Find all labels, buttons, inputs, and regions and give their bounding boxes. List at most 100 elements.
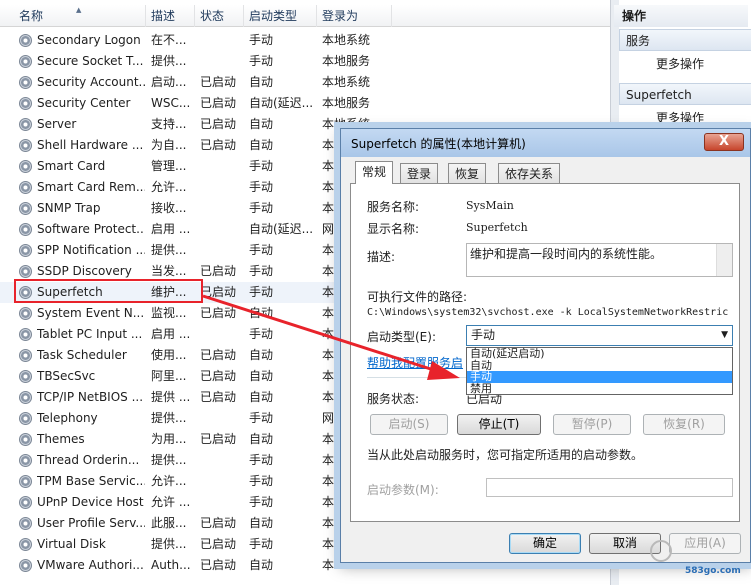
actions-section-superfetch[interactable]: Superfetch — [619, 83, 751, 105]
service-name-cell: TCP/IP NetBIOS ... — [37, 390, 144, 404]
service-gear-icon — [19, 307, 32, 320]
stop-button[interactable]: 停止(T) — [457, 414, 541, 435]
tab-recovery[interactable]: 恢复 — [448, 163, 487, 183]
service-desc-cell: 使用... — [151, 348, 187, 362]
service-startup-cell: 手动 — [249, 54, 274, 68]
startup-type-select[interactable]: 手动 ▼ — [466, 325, 733, 346]
service-startup-cell: 自动 — [249, 306, 274, 320]
service-status-cell: 已启动 — [200, 558, 237, 572]
start-params-input[interactable] — [486, 478, 733, 497]
service-gear-icon — [19, 433, 32, 446]
startup-type-dropdown: 自动(延迟启动) 自动 手动 禁用 — [466, 347, 733, 395]
tab-dependencies[interactable]: 依存关系 — [498, 163, 561, 183]
service-desc-cell: 允许 ... — [151, 495, 191, 509]
service-gear-icon — [19, 559, 32, 572]
service-gear-icon — [19, 538, 32, 551]
path-label: 可执行文件的路径: — [367, 290, 468, 304]
service-gear-icon — [19, 454, 32, 467]
service-startup-cell: 自动(延迟... — [249, 96, 314, 110]
column-header-startup-type[interactable]: 启动类型 — [244, 5, 317, 27]
service-gear-icon — [19, 265, 32, 278]
more-actions-superfetch[interactable]: 更多操作 — [656, 109, 704, 126]
table-row[interactable]: Secure Socket T... 提供... 手动 本地服务 — [0, 51, 610, 72]
service-startup-cell: 手动 — [249, 243, 274, 257]
display-name-label: 显示名称: — [367, 222, 420, 236]
service-status-cell: 已启动 — [200, 369, 237, 383]
tab-logon[interactable]: 登录 — [400, 163, 439, 183]
description-box[interactable]: 维护和提高一段时间内的系统性能。 — [466, 243, 733, 277]
service-startup-cell: 手动 — [249, 264, 274, 278]
table-row[interactable]: Security Account... 启动... 已启动 自动 本地系统 — [0, 72, 610, 93]
pause-button[interactable]: 暂停(P) — [553, 414, 631, 435]
service-startup-cell: 手动 — [249, 474, 274, 488]
service-gear-icon — [19, 55, 32, 68]
start-button[interactable]: 启动(S) — [370, 414, 448, 435]
service-desc-cell: 管理... — [151, 159, 187, 173]
chevron-down-icon[interactable]: ▼ — [721, 326, 728, 345]
column-header-name[interactable]: ▲ 名称 — [0, 5, 146, 27]
service-name-cell: Secure Socket T... — [37, 54, 144, 68]
service-desc-cell: 提供... — [151, 411, 187, 425]
help-configure-link[interactable]: 帮助我配置服务启 — [367, 354, 463, 371]
service-name-cell: Themes — [37, 432, 85, 446]
service-desc-cell: 在不... — [151, 33, 187, 47]
service-name-value: SysMain — [466, 199, 514, 212]
service-logon-cell: 本地系统 — [322, 33, 371, 47]
service-logon-cell: 本地服务 — [322, 96, 371, 110]
column-header-status[interactable]: 状态 — [195, 5, 244, 27]
actions-header: 操作 — [614, 5, 748, 27]
service-status-cell: 已启动 — [200, 432, 237, 446]
service-startup-cell: 手动 — [249, 537, 274, 551]
table-row[interactable]: Security Center WSC... 已启动 自动(延迟... 本地服务 — [0, 93, 610, 114]
service-gear-icon — [19, 517, 32, 530]
display-name-value: Superfetch — [466, 221, 528, 234]
service-desc-cell: 提供... — [151, 54, 187, 68]
service-startup-cell: 手动 — [249, 327, 274, 341]
service-gear-icon — [19, 160, 32, 173]
service-name-cell: Security Center — [37, 96, 131, 110]
actions-section-services[interactable]: 服务 — [619, 29, 751, 51]
service-status-label: 服务状态: — [367, 392, 420, 406]
service-status-cell: 已启动 — [200, 516, 237, 530]
service-startup-cell: 自动 — [249, 138, 274, 152]
service-status-cell: 已启动 — [200, 348, 237, 362]
service-desc-cell: Auth... — [151, 558, 191, 572]
service-status-cell: 已启动 — [200, 285, 237, 299]
dialog-titlebar[interactable]: Superfetch 的属性(本地计算机) X — [341, 129, 750, 157]
general-tab-panel: 服务名称: SysMain 显示名称: Superfetch 描述: 维护和提高… — [350, 183, 740, 522]
start-params-label: 启动参数(M): — [367, 483, 439, 497]
service-desc-cell: 支持... — [151, 117, 187, 131]
service-startup-cell: 自动 — [249, 348, 274, 362]
service-gear-icon — [19, 181, 32, 194]
service-name-cell: Secondary Logon — [37, 33, 141, 47]
startup-option[interactable]: 手动 — [467, 371, 732, 383]
startup-option[interactable]: 禁用 — [467, 382, 732, 395]
resume-button[interactable]: 恢复(R) — [643, 414, 725, 435]
close-button[interactable]: X — [704, 133, 744, 151]
service-name-cell: Task Scheduler — [37, 348, 127, 362]
service-status-cell: 已启动 — [200, 306, 237, 320]
column-header-logon[interactable]: 登录为 — [317, 5, 392, 27]
service-desc-cell: 提供... — [151, 537, 187, 551]
service-name-cell: User Profile Serv... — [37, 516, 145, 530]
service-name-cell: Tablet PC Input ... — [37, 327, 143, 341]
service-startup-cell: 手动 — [249, 495, 274, 509]
service-gear-icon — [19, 349, 32, 362]
service-desc-cell: 提供... — [151, 453, 187, 467]
startup-option[interactable]: 自动 — [467, 359, 732, 372]
ok-button[interactable]: 确定 — [509, 533, 581, 554]
more-actions-services[interactable]: 更多操作 — [656, 55, 704, 72]
service-name-cell: TBSecSvc — [37, 369, 96, 383]
tab-general[interactable]: 常规 — [355, 161, 394, 184]
startup-option[interactable]: 自动(延迟启动) — [467, 348, 732, 360]
superfetch-highlight-box — [14, 279, 203, 303]
startup-type-label: 启动类型(E): — [367, 330, 436, 344]
table-row[interactable]: Secondary Logon 在不... 手动 本地系统 — [0, 30, 610, 51]
service-gear-icon — [19, 202, 32, 215]
service-desc-cell: 为用... — [151, 432, 187, 446]
service-desc-cell: 提供... — [151, 243, 187, 257]
description-scrollbar[interactable] — [716, 244, 732, 276]
column-header-description[interactable]: 描述 — [146, 5, 195, 27]
service-desc-cell: 阿里... — [151, 369, 187, 383]
service-name-cell: Server — [37, 117, 77, 131]
